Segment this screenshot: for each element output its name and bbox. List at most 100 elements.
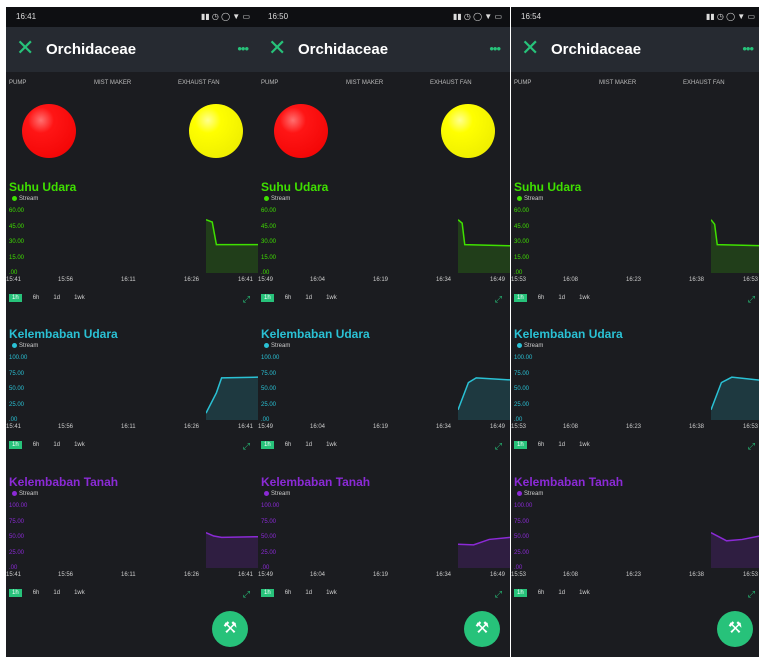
range-1h-button[interactable]: 1h <box>261 294 274 302</box>
range-1d-button[interactable]: 1d <box>50 441 63 449</box>
range-1wk-button[interactable]: 1wk <box>323 294 340 302</box>
legend-label: Stream <box>271 196 291 203</box>
range-1h-button[interactable]: 1h <box>514 589 527 597</box>
range-6h-button[interactable]: 6h <box>282 441 295 449</box>
range-1wk-button[interactable]: 1wk <box>576 441 593 449</box>
range-1wk-button[interactable]: 1wk <box>576 589 593 597</box>
range-6h-button[interactable]: 6h <box>535 294 548 302</box>
series-area <box>458 377 510 420</box>
range-1d-button[interactable]: 1d <box>302 441 315 449</box>
range-1h-button[interactable]: 1h <box>261 589 274 597</box>
y-tick-label: 15.00 <box>261 254 277 261</box>
x-tick-label: 15:41 <box>6 424 22 430</box>
fab-button[interactable]: ⚒ <box>717 611 753 647</box>
y-tick-label: 100.00 <box>261 355 280 361</box>
range-6h-button[interactable]: 6h <box>30 441 43 449</box>
range-6h-button[interactable]: 6h <box>282 589 295 597</box>
status-icons: ▮▮ ◷ ◯ ▼ ▭ <box>705 12 755 21</box>
x-tick-label: 16:41 <box>238 277 254 283</box>
y-tick-label: 75.00 <box>514 370 530 377</box>
series-line <box>458 219 510 247</box>
close-icon[interactable]: ✕ <box>521 36 539 60</box>
wrench-icon: ⚒ <box>727 620 743 637</box>
time-range-selector: 1h 6h 1d 1wk <box>261 294 348 302</box>
range-1h-button[interactable]: 1h <box>514 441 527 449</box>
range-1d-button[interactable]: 1d <box>555 441 568 449</box>
y-tick-label: .00 <box>514 565 523 571</box>
chart-title: Suhu Udara <box>514 180 582 194</box>
fab-button[interactable]: ⚒ <box>464 611 500 647</box>
range-1d-button[interactable]: 1d <box>302 589 315 597</box>
y-tick-label: 75.00 <box>261 370 277 377</box>
x-tick-label: 16:49 <box>490 277 506 283</box>
close-icon[interactable]: ✕ <box>268 36 286 60</box>
phone-screen: 16:41 ▮▮ ◷ ◯ ▼ ▭ ✕ Orchidaceae ••• PUMP MIST M… <box>6 7 258 657</box>
legend-label: Stream <box>271 343 291 350</box>
range-1h-button[interactable]: 1h <box>9 294 22 302</box>
y-tick-label: 25.00 <box>261 401 277 408</box>
legend-label: Stream <box>524 343 544 350</box>
range-1h-button[interactable]: 1h <box>9 441 22 449</box>
expand-icon[interactable]: ⤢ <box>495 589 502 600</box>
x-tick-label: 16:34 <box>436 424 452 430</box>
range-1h-button[interactable]: 1h <box>514 294 527 302</box>
chart-legend: Stream <box>12 343 38 349</box>
range-1d-button[interactable]: 1d <box>50 294 63 302</box>
expand-icon[interactable]: ⤢ <box>748 294 755 305</box>
more-icon[interactable]: ••• <box>742 41 754 56</box>
range-1wk-button[interactable]: 1wk <box>323 441 340 449</box>
x-tick-label: 16:38 <box>689 277 705 283</box>
x-tick-label: 16:41 <box>238 424 254 430</box>
range-1d-button[interactable]: 1d <box>302 294 315 302</box>
mist-maker-label: MIST MAKER <box>346 80 384 86</box>
series-area <box>711 219 759 273</box>
x-tick-label: 15:41 <box>6 572 22 578</box>
range-1wk-button[interactable]: 1wk <box>71 589 88 597</box>
chart-udara: Kelembaban Udara Stream 100.00 75.00 50.00 25… <box>511 327 759 467</box>
legend-label: Stream <box>524 491 544 498</box>
range-6h-button[interactable]: 6h <box>282 294 295 302</box>
expand-icon[interactable]: ⤢ <box>495 441 502 452</box>
range-1h-button[interactable]: 1h <box>261 441 274 449</box>
chart-legend: Stream <box>264 196 290 202</box>
range-1d-button[interactable]: 1d <box>555 589 568 597</box>
x-tick-label: 16:23 <box>626 277 642 283</box>
range-6h-button[interactable]: 6h <box>30 589 43 597</box>
exhaust-fan-led[interactable] <box>189 104 243 158</box>
chart-suhu: Suhu Udara Stream 60.00 45.00 30.00 15.00.00 1… <box>511 180 759 320</box>
pump-led[interactable] <box>274 104 328 158</box>
fab-button[interactable]: ⚒ <box>212 611 248 647</box>
x-tick-label: 15:53 <box>511 277 527 283</box>
legend-dot <box>264 343 269 348</box>
range-1wk-button[interactable]: 1wk <box>576 294 593 302</box>
expand-icon[interactable]: ⤢ <box>748 441 755 452</box>
range-6h-button[interactable]: 6h <box>535 589 548 597</box>
range-6h-button[interactable]: 6h <box>535 441 548 449</box>
status-bar: 16:50 ▮▮ ◷ ◯ ▼ ▭ <box>258 7 510 27</box>
chart-plot <box>458 377 510 420</box>
x-tick-label: 16:26 <box>184 424 200 430</box>
more-icon[interactable]: ••• <box>237 41 249 56</box>
expand-icon[interactable]: ⤢ <box>748 589 755 600</box>
expand-icon[interactable]: ⤢ <box>243 294 250 305</box>
range-1d-button[interactable]: 1d <box>555 294 568 302</box>
y-tick-label: 30.00 <box>514 239 530 245</box>
range-1wk-button[interactable]: 1wk <box>71 441 88 449</box>
range-6h-button[interactable]: 6h <box>30 294 43 302</box>
range-1wk-button[interactable]: 1wk <box>323 589 340 597</box>
range-1d-button[interactable]: 1d <box>50 589 63 597</box>
range-1h-button[interactable]: 1h <box>9 589 22 597</box>
expand-icon[interactable]: ⤢ <box>243 589 250 600</box>
pump-led[interactable] <box>22 104 76 158</box>
x-tick-label: 16:53 <box>743 572 759 578</box>
y-tick-label: 45.00 <box>9 223 25 230</box>
x-tick-label: 15:53 <box>511 572 527 578</box>
expand-icon[interactable]: ⤢ <box>243 441 250 452</box>
more-icon[interactable]: ••• <box>489 41 501 56</box>
expand-icon[interactable]: ⤢ <box>495 294 502 305</box>
series-area <box>711 377 759 420</box>
range-1wk-button[interactable]: 1wk <box>71 294 88 302</box>
close-icon[interactable]: ✕ <box>16 36 34 60</box>
legend-dot <box>12 491 17 496</box>
exhaust-fan-led[interactable] <box>441 104 495 158</box>
